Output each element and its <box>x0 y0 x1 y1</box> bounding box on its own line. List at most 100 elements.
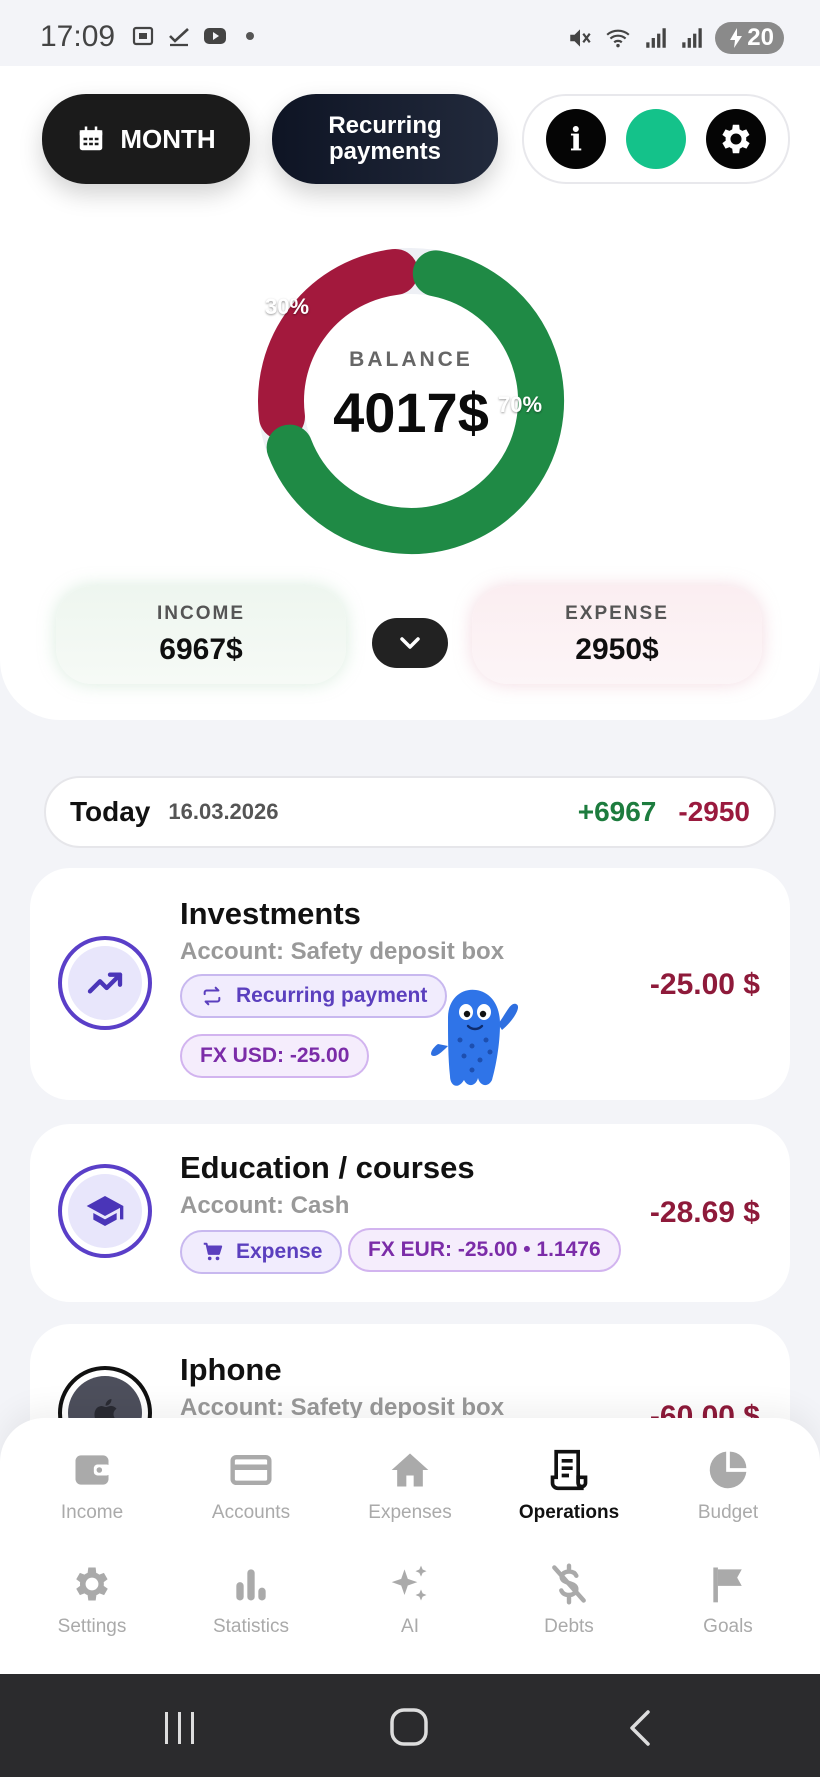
nav-label-expenses: Expenses <box>368 1502 452 1523</box>
nav-item-goals[interactable]: Goals <box>648 1562 808 1638</box>
wallet-icon <box>75 1455 111 1485</box>
transaction-account: Account: Safety deposit box <box>180 938 505 965</box>
signal-icon-2 <box>682 28 703 48</box>
charging-icon <box>730 28 743 48</box>
nav-item-ai[interactable]: AI <box>330 1562 490 1638</box>
day-header[interactable]: Today 16.03.2026 +6967 -2950 <box>44 776 776 848</box>
calendar-icon <box>80 126 103 151</box>
month-button[interactable]: MONTH <box>42 94 250 184</box>
home-button-icon[interactable] <box>388 1706 430 1748</box>
transaction-card[interactable]: Investments Account: Safety deposit box … <box>30 868 790 1100</box>
expense-summary[interactable]: EXPENSE 2950$ <box>472 586 762 684</box>
chevron-down-icon <box>400 637 420 649</box>
month-label: MONTH <box>120 123 216 154</box>
nav-item-accounts[interactable]: Accounts <box>171 1448 331 1524</box>
transaction-card[interactable]: Education / courses Account: Cash -28.69… <box>30 1124 790 1302</box>
income-summary-label: INCOME <box>157 603 245 624</box>
youtube-icon <box>204 28 226 44</box>
balance-value: 4017$ <box>333 381 489 444</box>
status-time: 17:09 <box>40 20 116 53</box>
home-icon <box>391 1453 429 1487</box>
nav-label-budget: Budget <box>697 1502 759 1523</box>
money-off-icon <box>552 1563 586 1605</box>
recurring-payments-button[interactable]: Recurring payments <box>272 94 498 184</box>
transaction-amount: -28.69 $ <box>649 1196 760 1229</box>
mascot-icon <box>431 989 519 1086</box>
more-notifications-dot <box>246 32 254 40</box>
receipt-icon <box>550 1449 588 1491</box>
battery-level: 20 <box>747 24 774 51</box>
day-expense-total: -2950 <box>678 796 750 827</box>
fx-chip-label: FX USD: -25.00 <box>200 1044 350 1067</box>
graduation-cap-icon <box>86 1196 124 1226</box>
header-tools: i <box>522 94 790 184</box>
nav-label-statistics: Statistics <box>212 1616 290 1637</box>
transaction-icon <box>58 1164 152 1258</box>
income-summary-value: 6967$ <box>159 633 243 666</box>
expense-percent-label: 30% <box>265 294 310 319</box>
nav-item-income[interactable]: Income <box>12 1448 172 1524</box>
recurring-payments-label: Recurring payments <box>328 113 441 165</box>
back-icon[interactable] <box>624 1708 656 1748</box>
info-button[interactable]: i <box>546 109 606 169</box>
pie-chart-icon <box>709 1451 747 1489</box>
expand-button[interactable] <box>372 618 448 668</box>
expense-chip-label: Expense <box>236 1240 323 1263</box>
recurring-line-1: Recurring <box>328 112 442 139</box>
transaction-icon <box>58 936 152 1030</box>
screenshot-icon <box>132 26 154 46</box>
gear-icon <box>76 1567 108 1601</box>
nav-label-operations: Operations <box>518 1502 620 1523</box>
nav-item-debts[interactable]: Debts <box>489 1562 649 1638</box>
bottom-navigation: Income Accounts Expenses Operations Budg… <box>0 1418 820 1674</box>
flag-icon <box>713 1567 742 1603</box>
system-navigation-bar <box>0 1674 820 1777</box>
nav-item-settings[interactable]: Settings <box>12 1562 172 1638</box>
nav-label-accounts: Accounts <box>211 1502 291 1523</box>
info-icon: i <box>569 120 583 158</box>
fx-chip-label: FX EUR: -25.00 • 1.1476 <box>368 1238 601 1261</box>
income-summary[interactable]: INCOME 6967$ <box>56 586 346 684</box>
status-notification-icons <box>130 24 254 48</box>
theme-toggle-button[interactable] <box>626 109 686 169</box>
day-date: 16.03.2026 <box>168 799 279 824</box>
transaction-account: Account: Cash <box>180 1192 350 1219</box>
status-system-icons: 20 <box>567 22 784 54</box>
nav-label-ai: AI <box>401 1616 419 1637</box>
status-bar: 17:09 20 <box>0 0 820 66</box>
wifi-icon <box>606 29 630 48</box>
expense-summary-value: 2950$ <box>575 633 659 666</box>
expense-chip: Expense <box>180 1230 343 1274</box>
recent-apps-icon[interactable] <box>160 1708 200 1748</box>
settings-button[interactable] <box>706 109 766 169</box>
day-label: Today <box>70 796 151 827</box>
nav-item-operations[interactable]: Operations <box>489 1448 649 1524</box>
gear-icon <box>722 124 750 154</box>
trending-up-icon <box>87 972 123 994</box>
transaction-amount: -25.00 $ <box>649 968 760 1001</box>
nav-label-income: Income <box>60 1502 124 1523</box>
nav-item-budget[interactable]: Budget <box>648 1448 808 1524</box>
nav-label-debts: Debts <box>544 1616 594 1637</box>
sparkles-icon <box>391 1565 427 1601</box>
battery-indicator: 20 <box>715 22 784 54</box>
transaction-title: Education / courses <box>180 1150 475 1185</box>
cart-icon <box>203 1242 223 1261</box>
recurring-payment-chip-label: Recurring payment <box>236 984 428 1007</box>
nav-item-statistics[interactable]: Statistics <box>171 1562 331 1638</box>
expense-summary-label: EXPENSE <box>565 603 669 624</box>
transaction-title: Investments <box>180 896 361 931</box>
repeat-icon <box>203 986 221 1006</box>
check-icon <box>169 28 189 47</box>
nav-item-expenses[interactable]: Expenses <box>330 1448 490 1524</box>
day-income-total: +6967 <box>577 796 657 827</box>
balance-card: MONTH Recurring payments i 30% 70% BALAN… <box>0 66 820 720</box>
transaction-title: Iphone <box>180 1352 282 1387</box>
nav-label-settings: Settings <box>57 1616 127 1637</box>
mute-icon <box>570 29 591 47</box>
fx-chip: FX USD: -25.00 <box>180 1034 370 1078</box>
recurring-payment-chip: Recurring payment <box>180 974 448 1018</box>
nav-label-goals: Goals <box>703 1616 753 1637</box>
bar-chart-icon <box>236 1569 266 1601</box>
signal-icon <box>646 28 667 48</box>
